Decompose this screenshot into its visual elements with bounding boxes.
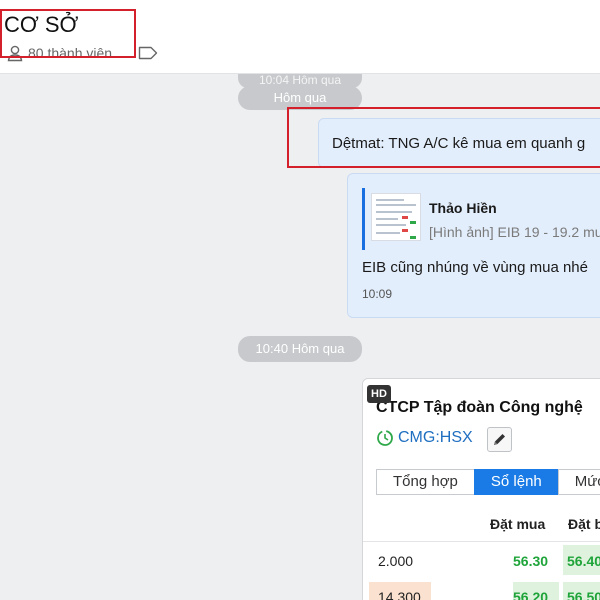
message-time: 10:09: [362, 287, 393, 301]
tab-levels: Mức: [557, 469, 600, 495]
quoted-image-thumbnail: [371, 193, 421, 241]
tab-summary: Tổng hợp: [376, 469, 475, 495]
quoted-text: [Hình ảnh] EIB 19 - 19.2 mua: [429, 224, 600, 240]
row-volume: 2.000: [378, 553, 414, 569]
ticker-symbol: CMG:HSX: [398, 429, 473, 446]
clock-icon: [377, 430, 393, 446]
divider: [363, 541, 600, 542]
message-bubble-reply[interactable]: Thảo Hiền [Hình ảnh] EIB 19 - 19.2 mua E…: [347, 173, 600, 318]
row-volume: 14.300: [378, 589, 421, 600]
highlight-box-title: [0, 9, 136, 58]
message-text: EIB cũng nhúng về vùng mua nhé: [362, 259, 588, 276]
quoted-author: Thảo Hiền: [429, 200, 497, 216]
tab-bar: Tổng hợp Sổ lệnh Mức: [376, 469, 600, 495]
edit-button: [487, 427, 512, 452]
tab-order-book: Sổ lệnh: [473, 469, 559, 495]
hd-badge: HD: [367, 385, 391, 403]
row-ask-price: 56.40: [567, 553, 600, 569]
company-name: CTCP Tập đoàn Công nghệ: [376, 399, 583, 416]
time-divider: 10:40 Hôm qua: [238, 336, 362, 362]
column-header-ask: Đặt b: [568, 516, 600, 532]
image-message[interactable]: CTCP Tập đoàn Công nghệ HD CMG:HSX Tổng …: [362, 378, 600, 600]
quoted-message[interactable]: Thảo Hiền [Hình ảnh] EIB 19 - 19.2 mua: [362, 188, 600, 250]
column-header-bid: Đặt mua: [490, 516, 546, 532]
row-ask-price: 56.50: [567, 589, 600, 600]
row-bid-price: 56.30: [513, 553, 549, 569]
pencil-icon: [494, 434, 505, 445]
row-bid-price: 56.20: [513, 589, 549, 600]
ticker-row: CMG:HSX: [376, 429, 473, 447]
tag-icon[interactable]: [138, 46, 158, 60]
highlight-box-message: [287, 107, 600, 168]
